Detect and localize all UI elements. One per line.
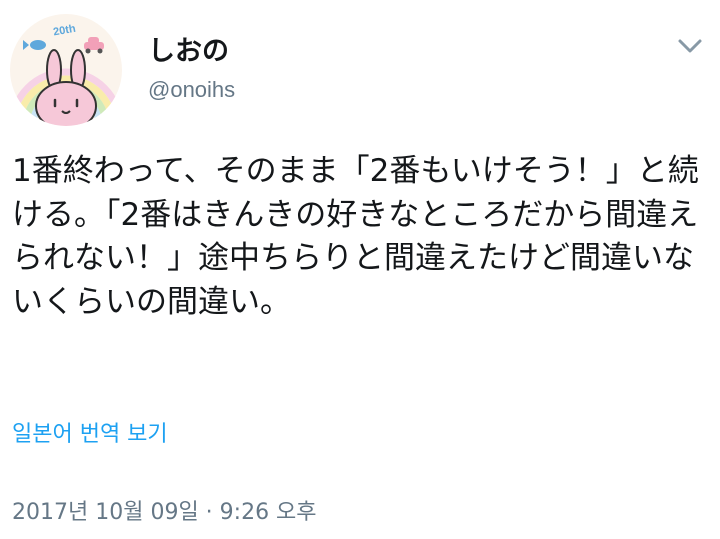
bunny-avatar-icon: 20th <box>10 14 122 126</box>
chevron-down-icon[interactable] <box>674 32 706 60</box>
tweet-card: 20th しおの @onoihs 1番終わって、そのまま「2番もいけそう！」と続… <box>0 0 720 539</box>
avatar[interactable]: 20th <box>10 14 122 126</box>
tweet-text: 1番終わって、そのまま「2番もいけそう！」と続ける。「2番はきんきの好きなところ… <box>12 153 699 320</box>
translate-link[interactable]: 일본어 번역 보기 <box>12 420 168 450</box>
display-name[interactable]: しおの <box>148 34 229 70</box>
user-handle[interactable]: @onoihs <box>148 75 235 105</box>
timestamp[interactable]: 2017년 10월 09일 · 9:26 오후 <box>12 498 317 528</box>
